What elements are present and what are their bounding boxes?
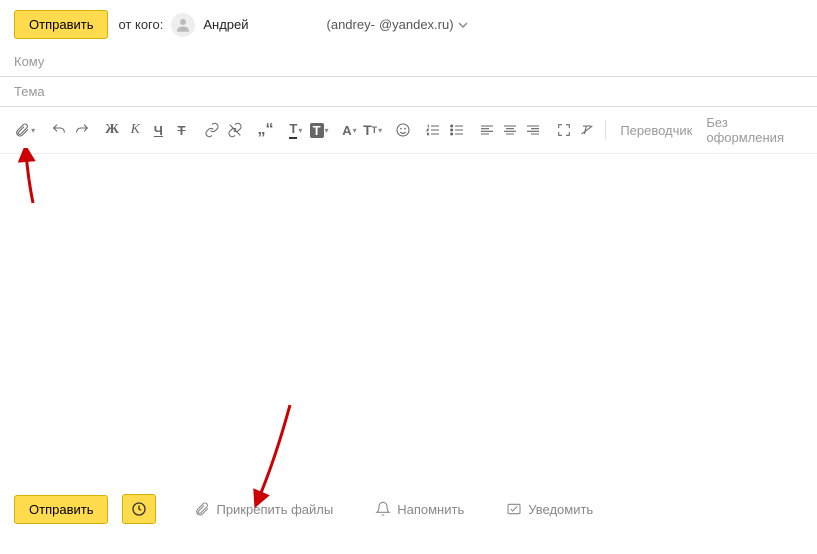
subject-field-row <box>0 77 817 107</box>
compose-header: Отправить от кого: Андрей (andrey- @yand… <box>0 0 817 47</box>
attach-icon[interactable]: ▾ <box>14 118 35 142</box>
sender-email[interactable]: (andrey- @yandex.ru) <box>327 17 468 32</box>
italic-icon[interactable]: К <box>125 118 146 142</box>
font-family-icon[interactable]: A▾ <box>339 118 360 142</box>
bottom-bar: Отправить Прикрепить файлы Напомнить Уве… <box>0 483 817 534</box>
send-button-top[interactable]: Отправить <box>14 10 108 39</box>
remind-label: Напомнить <box>397 502 464 517</box>
align-left-icon[interactable] <box>476 118 497 142</box>
fullscreen-icon[interactable] <box>553 118 574 142</box>
send-button-bottom[interactable]: Отправить <box>14 495 108 524</box>
redo-icon[interactable] <box>71 118 92 142</box>
text-color-icon[interactable]: Т▾ <box>285 118 306 142</box>
chevron-down-icon <box>458 20 468 30</box>
plain-text-button[interactable]: Без оформления <box>700 115 802 145</box>
sender-name[interactable]: Андрей <box>203 17 248 32</box>
highlight-icon[interactable]: T▾ <box>308 118 329 142</box>
schedule-button[interactable] <box>122 494 156 524</box>
unlink-icon[interactable] <box>225 118 246 142</box>
align-right-icon[interactable] <box>523 118 544 142</box>
undo-icon[interactable] <box>48 118 69 142</box>
to-field-row <box>0 47 817 77</box>
to-input[interactable] <box>14 54 803 69</box>
compose-body[interactable] <box>0 154 817 464</box>
bullet-list-icon[interactable] <box>446 118 467 142</box>
email-right: @yandex.ru) <box>379 17 454 32</box>
underline-icon[interactable]: Ч <box>148 118 169 142</box>
clear-format-icon[interactable] <box>576 118 597 142</box>
email-left: (andrey- <box>327 17 375 32</box>
align-center-icon[interactable] <box>500 118 521 142</box>
numbered-list-icon[interactable] <box>423 118 444 142</box>
emoji-icon[interactable] <box>392 118 413 142</box>
notify-label: Уведомить <box>528 502 593 517</box>
notify-button[interactable]: Уведомить <box>506 501 593 517</box>
bold-icon[interactable]: Ж <box>102 118 123 142</box>
quote-icon[interactable]: „“ <box>255 118 276 142</box>
avatar <box>171 13 195 37</box>
remind-button[interactable]: Напомнить <box>375 501 464 517</box>
from-label: от кого: <box>118 17 163 32</box>
attach-files-button[interactable]: Прикрепить файлы <box>194 501 333 517</box>
toolbar-separator <box>605 121 606 139</box>
attach-label: Прикрепить файлы <box>216 502 333 517</box>
translator-button[interactable]: Переводчик <box>614 123 698 138</box>
formatting-toolbar: ▾ Ж К Ч Т „“ Т▾ T▾ A▾ TT▾ <box>0 107 817 154</box>
link-icon[interactable] <box>201 118 222 142</box>
strikethrough-icon[interactable]: Т <box>171 118 192 142</box>
font-size-icon[interactable]: TT▾ <box>362 118 383 142</box>
subject-input[interactable] <box>14 84 803 99</box>
